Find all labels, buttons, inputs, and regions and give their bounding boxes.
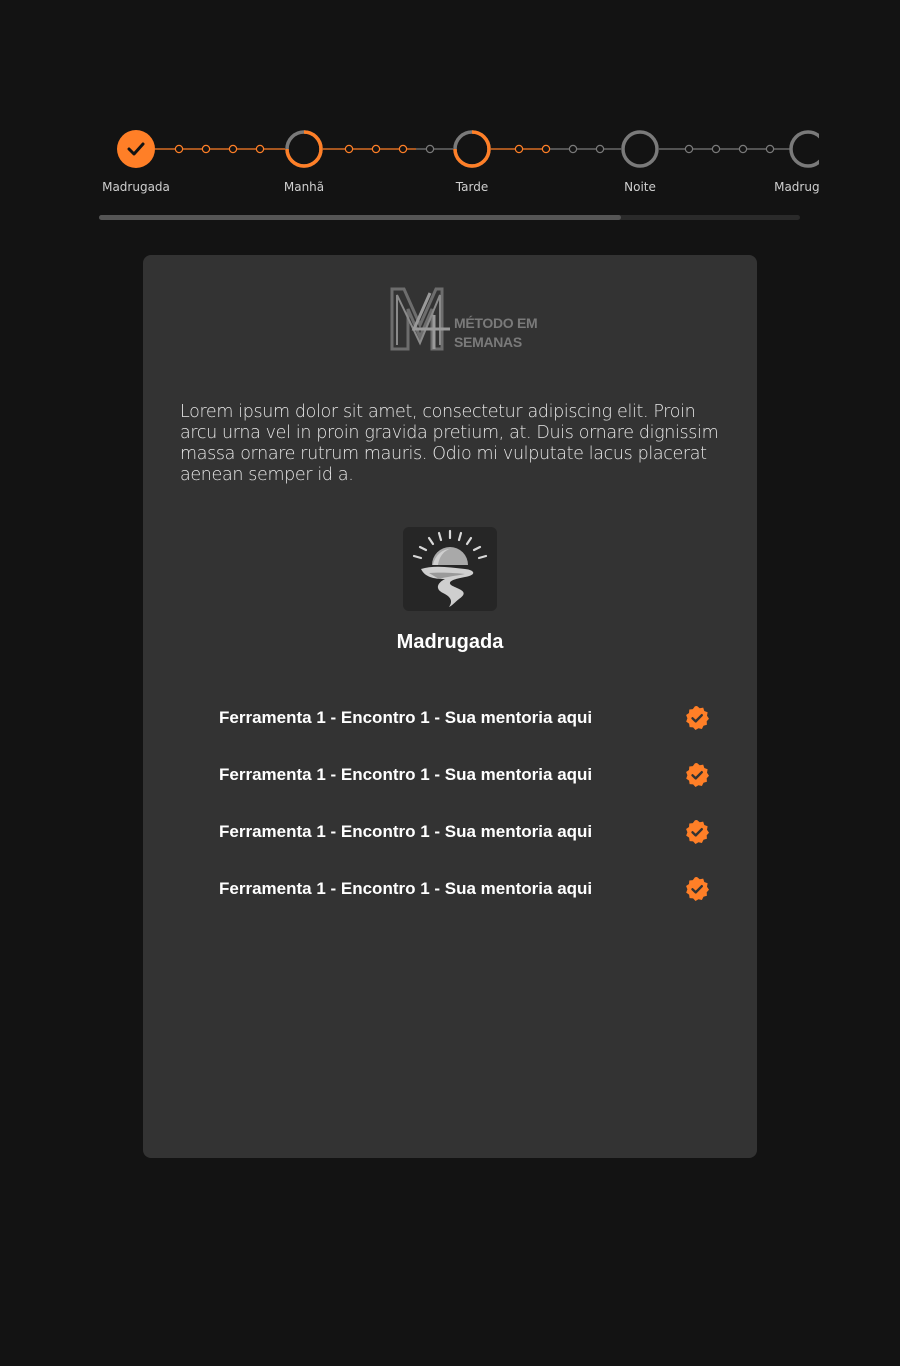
- m4-logo-icon: [390, 287, 450, 351]
- timeline-step-dot: [738, 144, 748, 154]
- card-description: Lorem ipsum dolor sit amet, consectetur …: [180, 402, 719, 485]
- timeline-step-dot: [228, 144, 238, 154]
- timeline-step-dot: [344, 144, 354, 154]
- logo-text-line1: MÉTODO EM: [454, 315, 538, 331]
- timeline-step-dot: [684, 144, 694, 154]
- stage-label-madrugada: Madrugada: [102, 180, 170, 194]
- timeline-step-dot: [568, 144, 578, 154]
- tool-list: Ferramenta 1 - Encontro 1 - Sua mentoria…: [219, 705, 713, 933]
- tool-label[interactable]: Ferramenta 1 - Encontro 1 - Sua mentoria…: [219, 879, 592, 899]
- timeline-stepper: Madrugada Manhã Tarde Noite Madrugada: [99, 120, 819, 200]
- period-card: MÉTODO EM SEMANAS Lorem ipsum dolor sit …: [143, 255, 757, 1158]
- stage-label-manha: Manhã: [283, 180, 325, 194]
- timeline-step-dot: [541, 144, 551, 154]
- stage-label-noite: Noite: [624, 180, 656, 194]
- timeline-scrollbar[interactable]: [99, 215, 800, 220]
- timeline-step-dot: [765, 144, 775, 154]
- stage-node-pending: [789, 130, 819, 168]
- verified-check-icon: [686, 820, 709, 844]
- stage-label-madrugada-next: Madrugada: [774, 180, 819, 194]
- timeline-step-dot: [398, 144, 408, 154]
- logo: MÉTODO EM SEMANAS: [390, 285, 550, 355]
- timeline-step-dot: [425, 144, 435, 154]
- tool-list-item[interactable]: Ferramenta 1 - Encontro 1 - Sua mentoria…: [219, 705, 713, 762]
- timeline-step-dot: [201, 144, 211, 154]
- verified-check-icon: [686, 877, 709, 901]
- timeline-step-dot: [711, 144, 721, 154]
- stage-node-completed: [117, 130, 155, 168]
- timeline-scrollbar-thumb[interactable]: [99, 215, 622, 220]
- tool-label[interactable]: Ferramenta 1 - Encontro 1 - Sua mentoria…: [219, 822, 592, 842]
- dawn-sun-icon: [412, 529, 488, 607]
- stage-label-tarde: Tarde: [455, 180, 489, 194]
- tool-list-item[interactable]: Ferramenta 1 - Encontro 1 - Sua mentoria…: [219, 762, 713, 819]
- timeline-step-dot: [174, 144, 184, 154]
- logo-text-line2: SEMANAS: [454, 334, 522, 350]
- timeline-step-dot: [595, 144, 605, 154]
- verified-check-icon: [686, 763, 709, 787]
- timeline-step-dot: [514, 144, 524, 154]
- tool-list-item[interactable]: Ferramenta 1 - Encontro 1 - Sua mentoria…: [219, 819, 713, 876]
- timeline-track: [117, 130, 819, 168]
- tool-label[interactable]: Ferramenta 1 - Encontro 1 - Sua mentoria…: [219, 708, 592, 728]
- timeline-step-dot: [371, 144, 381, 154]
- tool-label[interactable]: Ferramenta 1 - Encontro 1 - Sua mentoria…: [219, 765, 592, 785]
- period-title: Madrugada: [396, 631, 504, 653]
- verified-check-icon: [686, 706, 709, 730]
- stage-node-pending: [621, 130, 659, 168]
- period-icon-tile: [403, 527, 497, 611]
- tool-list-item[interactable]: Ferramenta 1 - Encontro 1 - Sua mentoria…: [219, 876, 713, 933]
- timeline-step-dot: [255, 144, 265, 154]
